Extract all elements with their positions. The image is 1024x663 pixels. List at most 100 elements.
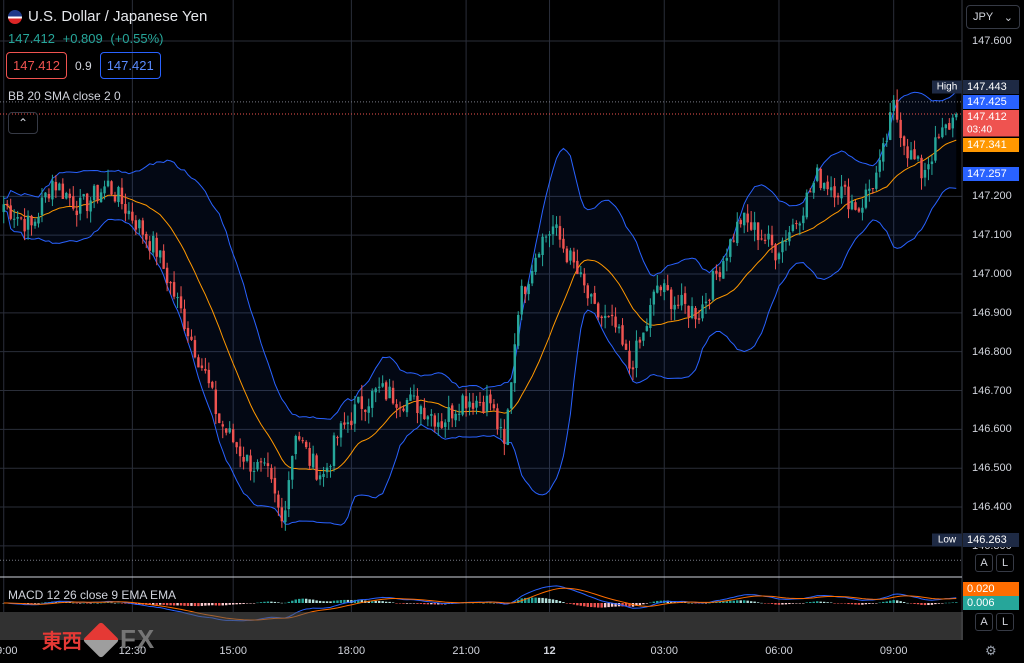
macd-histogram-bar [583, 603, 586, 607]
candle-body [231, 429, 235, 443]
us-flag-icon [8, 9, 22, 24]
macd-histogram-bar [165, 603, 169, 606]
candle-body [930, 161, 934, 165]
candle-body [795, 223, 798, 225]
bollinger-band-fill [3, 91, 957, 526]
macd-histogram-bar [273, 601, 277, 603]
candle-body [304, 441, 308, 448]
candle-body [590, 294, 593, 297]
candle-body [287, 480, 291, 510]
low-tag: Low [932, 533, 962, 547]
price-chart[interactable] [0, 0, 1024, 663]
candle-body [235, 442, 238, 448]
macd-legend[interactable]: MACD 12 26 close 9 EMA EMA [8, 588, 176, 602]
candle-body [555, 224, 558, 228]
brand-chinese-text: 東西 [42, 629, 82, 653]
candle-body [951, 117, 955, 129]
current-price-label: 147.412 [963, 110, 1019, 124]
candle-body [238, 446, 242, 457]
macd-histogram-bar [75, 603, 78, 604]
bb-basis-label: 147.341 [963, 138, 1019, 152]
macd-histogram-bar [489, 602, 492, 604]
candle-body [332, 435, 336, 466]
candle-body [687, 305, 690, 318]
y-axis-tick-label: 146.700 [972, 384, 1012, 397]
candle-body [565, 248, 569, 263]
candle-body [833, 186, 836, 198]
candle-body [318, 475, 322, 480]
macd-histogram-bar [374, 600, 377, 603]
y-axis-tick-label: 146.600 [972, 423, 1012, 436]
candle-body [583, 273, 586, 286]
candle-body [875, 172, 878, 189]
candle-body [763, 239, 767, 241]
candle-body [148, 241, 151, 251]
macd-histogram-bar [798, 603, 802, 604]
candle-body [642, 332, 645, 341]
gear-icon[interactable]: ⚙ [985, 643, 997, 659]
macd-histogram-bar [384, 601, 388, 603]
candle-body [621, 325, 624, 345]
macd-histogram-bar [402, 603, 405, 604]
macd-histogram-bar [836, 603, 840, 604]
macd-histogram-bar [899, 601, 902, 603]
candle-body [579, 272, 583, 275]
candle-body [450, 405, 454, 419]
macd-histogram-bar [304, 598, 308, 603]
macd-histogram-bar [186, 603, 190, 606]
candle-body [158, 250, 162, 258]
candle-body [513, 344, 516, 384]
candle-body [517, 314, 520, 346]
macd-histogram-bar [565, 603, 569, 604]
candle-body [885, 140, 888, 142]
macd-histogram-bar [37, 603, 40, 604]
macd-histogram-bar [231, 603, 235, 605]
y-axis-tick-label: 147.100 [972, 229, 1012, 242]
macd-histogram-bar [405, 603, 409, 604]
currency-select[interactable]: JPY ⌄ [966, 5, 1020, 29]
macd-histogram-bar [913, 603, 916, 604]
macd-histogram-bar [218, 603, 221, 606]
macd-histogram-bar [377, 600, 381, 603]
candle-body [496, 408, 499, 430]
macd-histogram-bar [934, 603, 937, 605]
candle-body [760, 238, 763, 240]
candle-body [72, 196, 75, 209]
macd-histogram-bar [927, 603, 930, 606]
macd-histogram-bar [781, 603, 784, 605]
candle-body [916, 156, 920, 159]
candle-body [5, 203, 9, 206]
candle-body [572, 251, 576, 263]
macd-log-scale-button[interactable]: L [996, 613, 1014, 631]
candle-body [266, 463, 270, 467]
candle-body [346, 422, 350, 425]
candle-body [16, 217, 19, 219]
macd-histogram-bar [103, 602, 106, 604]
x-axis-tick-label: 09:00 [879, 645, 908, 657]
macd-histogram-bar [638, 603, 642, 606]
log-scale-button[interactable]: L [996, 554, 1014, 572]
auto-scale-button[interactable]: A [975, 554, 993, 572]
candle-body [329, 466, 332, 468]
macd-histogram-bar [99, 602, 103, 604]
candle-body [96, 184, 99, 201]
candle-body [371, 390, 374, 408]
macd-auto-scale-button[interactable]: A [975, 613, 993, 631]
macd-histogram-bar [85, 603, 89, 604]
macd-value-label: 0.020 [963, 582, 1019, 596]
candle-body [798, 223, 802, 226]
buy-button[interactable]: 147.421 [99, 52, 161, 79]
candle-body [510, 382, 513, 409]
collapse-legend-button[interactable]: ⌃ [8, 112, 38, 134]
candle-body [364, 409, 367, 412]
candle-body [263, 462, 266, 464]
candle-body [746, 213, 749, 223]
x-axis-tick-label: 03:00 [650, 645, 678, 657]
bollinger-legend[interactable]: BB 20 SMA close 2 0 [8, 89, 121, 103]
macd-histogram-bar [388, 601, 391, 603]
macd-histogram-bar [576, 603, 579, 606]
candle-body [391, 387, 395, 404]
candle-body [444, 422, 447, 427]
macd-histogram-bar [110, 602, 113, 604]
sell-button[interactable]: 147.412 [6, 52, 67, 79]
